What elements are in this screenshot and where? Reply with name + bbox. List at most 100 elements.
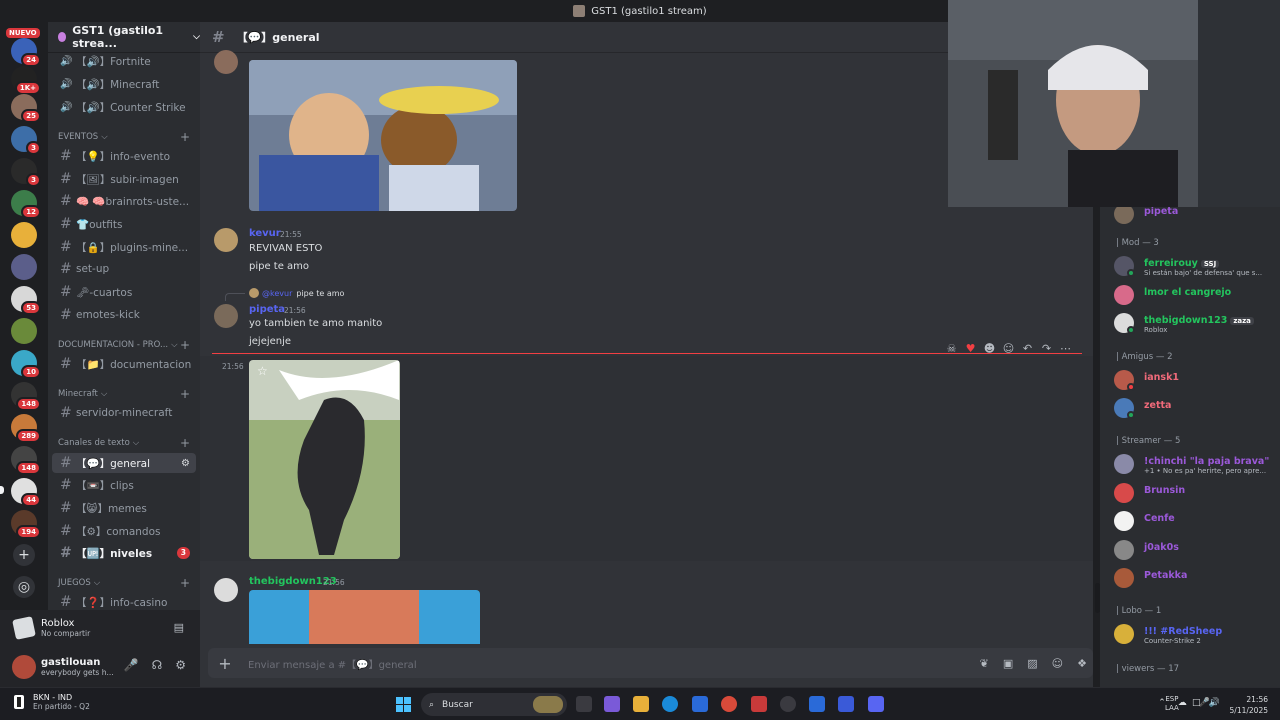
outlook-icon[interactable]	[809, 696, 825, 712]
text-channel[interactable]: # 【🔒】plugins-mine...	[52, 237, 196, 257]
member-item[interactable]: Petakka	[1114, 566, 1280, 590]
voice-channel[interactable]: 🔊 【🔊】Counter Strike	[52, 97, 196, 117]
avatar[interactable]	[214, 578, 238, 602]
text-channel[interactable]: # emotes-kick	[52, 305, 196, 325]
text-channel[interactable]: # 【💡】info-evento	[52, 146, 196, 166]
task-view-icon[interactable]	[576, 696, 592, 712]
server-icon[interactable]	[11, 254, 37, 280]
star-icon[interactable]: ☆	[257, 364, 268, 378]
gear-icon[interactable]: ⚙	[175, 658, 186, 672]
message-image[interactable]	[249, 60, 517, 211]
server-icon[interactable]: 148	[11, 382, 41, 411]
member-item[interactable]: iansk1	[1114, 368, 1280, 392]
microphone-icon[interactable]: 🎤	[124, 658, 139, 672]
text-channel-unread[interactable]: # 【🆙】niveles 3	[52, 543, 196, 563]
file-explorer-icon[interactable]	[633, 696, 649, 712]
category-juegos[interactable]: JUEGOS ⌵ +	[58, 576, 198, 590]
member-item[interactable]: Brunsin	[1114, 481, 1280, 505]
edge-icon[interactable]	[662, 696, 678, 712]
windows-start-icon[interactable]	[396, 697, 411, 712]
server-icon[interactable]	[11, 222, 37, 248]
message-author[interactable]: pipeta	[249, 304, 285, 315]
add-reaction-icon[interactable]: ☺	[1002, 342, 1015, 355]
reply-icon[interactable]: ↶	[1021, 342, 1034, 355]
store-icon[interactable]	[692, 696, 708, 712]
text-channel[interactable]: # 🧠 🧠brainrots-uste...	[52, 191, 196, 211]
text-channel[interactable]: # 【😸】memes	[52, 498, 196, 518]
app-icon[interactable]	[838, 696, 854, 712]
member-item[interactable]: ferreirouy SSJ Si están bajo' de defensa' …	[1114, 254, 1280, 278]
screen-share-icon[interactable]: ▤	[174, 621, 184, 634]
skull-reaction-icon[interactable]: ☠	[945, 342, 958, 355]
avatar[interactable]	[12, 654, 36, 679]
category-canales-texto[interactable]: Canales de texto ⌵ +	[58, 436, 198, 450]
member-item[interactable]: Cenfe	[1114, 509, 1280, 533]
activity-panel[interactable]: Roblox No compartir ▤	[0, 610, 200, 646]
discover-icon[interactable]: ◎	[13, 576, 35, 598]
sticker-icon[interactable]: ▨	[1027, 657, 1037, 670]
gift-icon[interactable]: ❦	[980, 657, 989, 670]
text-channel[interactable]: # set-up	[52, 259, 196, 279]
clock[interactable]: 21:56 5/11/2025	[1226, 694, 1268, 716]
add-attachment-icon[interactable]: +	[208, 654, 242, 673]
emoji-icon[interactable]: ☺	[1052, 657, 1063, 670]
add-channel-icon[interactable]: +	[180, 387, 190, 401]
new-badge[interactable]: NUEVO	[6, 28, 40, 38]
category-minecraft[interactable]: Minecraft ⌵ +	[58, 387, 198, 401]
avatar[interactable]	[214, 50, 238, 74]
text-channel[interactable]: # 【📁】documentacion	[52, 354, 196, 374]
server-icon[interactable]: 24	[11, 38, 41, 67]
server-icon[interactable]: 25	[11, 94, 41, 123]
text-channel-general[interactable]: # 【💬】general ⚙	[52, 453, 196, 473]
reply-preview[interactable]: @kevur pipe te amo	[249, 288, 344, 298]
taskbar-search[interactable]: ⌕ Buscar	[421, 693, 567, 716]
server-icon[interactable]: 148	[11, 446, 41, 475]
language-indicator[interactable]: ESP LAA	[1165, 695, 1179, 713]
server-icon[interactable]: 53	[11, 286, 41, 315]
text-channel[interactable]: # 【❓】info-casino	[52, 592, 196, 610]
volume-icon[interactable]: 🔊	[1209, 698, 1220, 708]
more-icon[interactable]: ⋯	[1059, 342, 1072, 355]
text-channel[interactable]: # 🗝-cuartos	[52, 282, 196, 302]
server-icon-active[interactable]: 44	[11, 478, 41, 507]
message-image[interactable]: ☆	[249, 360, 400, 559]
server-icon[interactable]: 1K+	[11, 66, 41, 95]
server-icon[interactable]: 3	[11, 126, 41, 155]
text-channel[interactable]: # 【⚙】comandos	[52, 521, 196, 541]
settings-icon[interactable]: ⚙	[181, 458, 190, 469]
voice-channel[interactable]: 🔊 【🔊】Minecraft	[52, 74, 196, 94]
headphones-icon[interactable]: ☊	[152, 658, 163, 672]
cloud-icon[interactable]: ☁	[1178, 698, 1187, 708]
category-documentacion[interactable]: DOCUMENTACION - PRO... ⌵ +	[58, 338, 198, 352]
text-channel[interactable]: # 【📼】clips	[52, 475, 196, 495]
add-channel-icon[interactable]: +	[180, 576, 190, 590]
server-icon[interactable]: 12	[11, 190, 41, 219]
server-icon[interactable]	[11, 318, 37, 344]
server-icon[interactable]: 3	[11, 158, 41, 187]
text-channel[interactable]: # 👕outfits	[52, 214, 196, 234]
add-channel-icon[interactable]: +	[180, 130, 190, 144]
apps-icon[interactable]: ❖	[1077, 657, 1087, 670]
server-icon[interactable]: 194	[11, 510, 41, 539]
stock-widget[interactable]: BKN - IND En partido - Q2	[14, 693, 90, 711]
copilot-icon[interactable]	[604, 696, 620, 712]
message-image[interactable]	[249, 590, 480, 644]
voice-channel[interactable]: 🔊 【🔊】Fortnite	[52, 51, 196, 71]
member-item[interactable]: !chinchi "la paja brava" +1 • No es pa' h…	[1114, 452, 1280, 476]
member-item[interactable]: j0ak0s	[1114, 538, 1280, 562]
app-icon[interactable]	[751, 696, 767, 712]
text-channel[interactable]: # servidor-minecraft	[52, 403, 196, 423]
chrome-icon[interactable]	[721, 696, 737, 712]
server-icon[interactable]: 289	[11, 414, 41, 443]
server-icon[interactable]: 10	[11, 350, 41, 379]
add-server-icon[interactable]: +	[13, 544, 35, 566]
member-item[interactable]: !!! #RedSheep Counter-Strike 2	[1114, 622, 1280, 646]
add-channel-icon[interactable]: +	[180, 338, 190, 352]
discord-icon[interactable]	[868, 696, 884, 712]
member-item[interactable]: thebigdown123 zaza Roblox	[1114, 311, 1280, 335]
forward-icon[interactable]: ↷	[1040, 342, 1053, 355]
message-input[interactable]: Enviar mensaje a #【💬】general	[248, 656, 417, 671]
server-header[interactable]: GST1 (gastilo1 strea... ⌵	[48, 22, 200, 53]
member-item[interactable]: lmor el cangrejo	[1114, 283, 1280, 307]
message-author[interactable]: kevur	[249, 228, 281, 239]
